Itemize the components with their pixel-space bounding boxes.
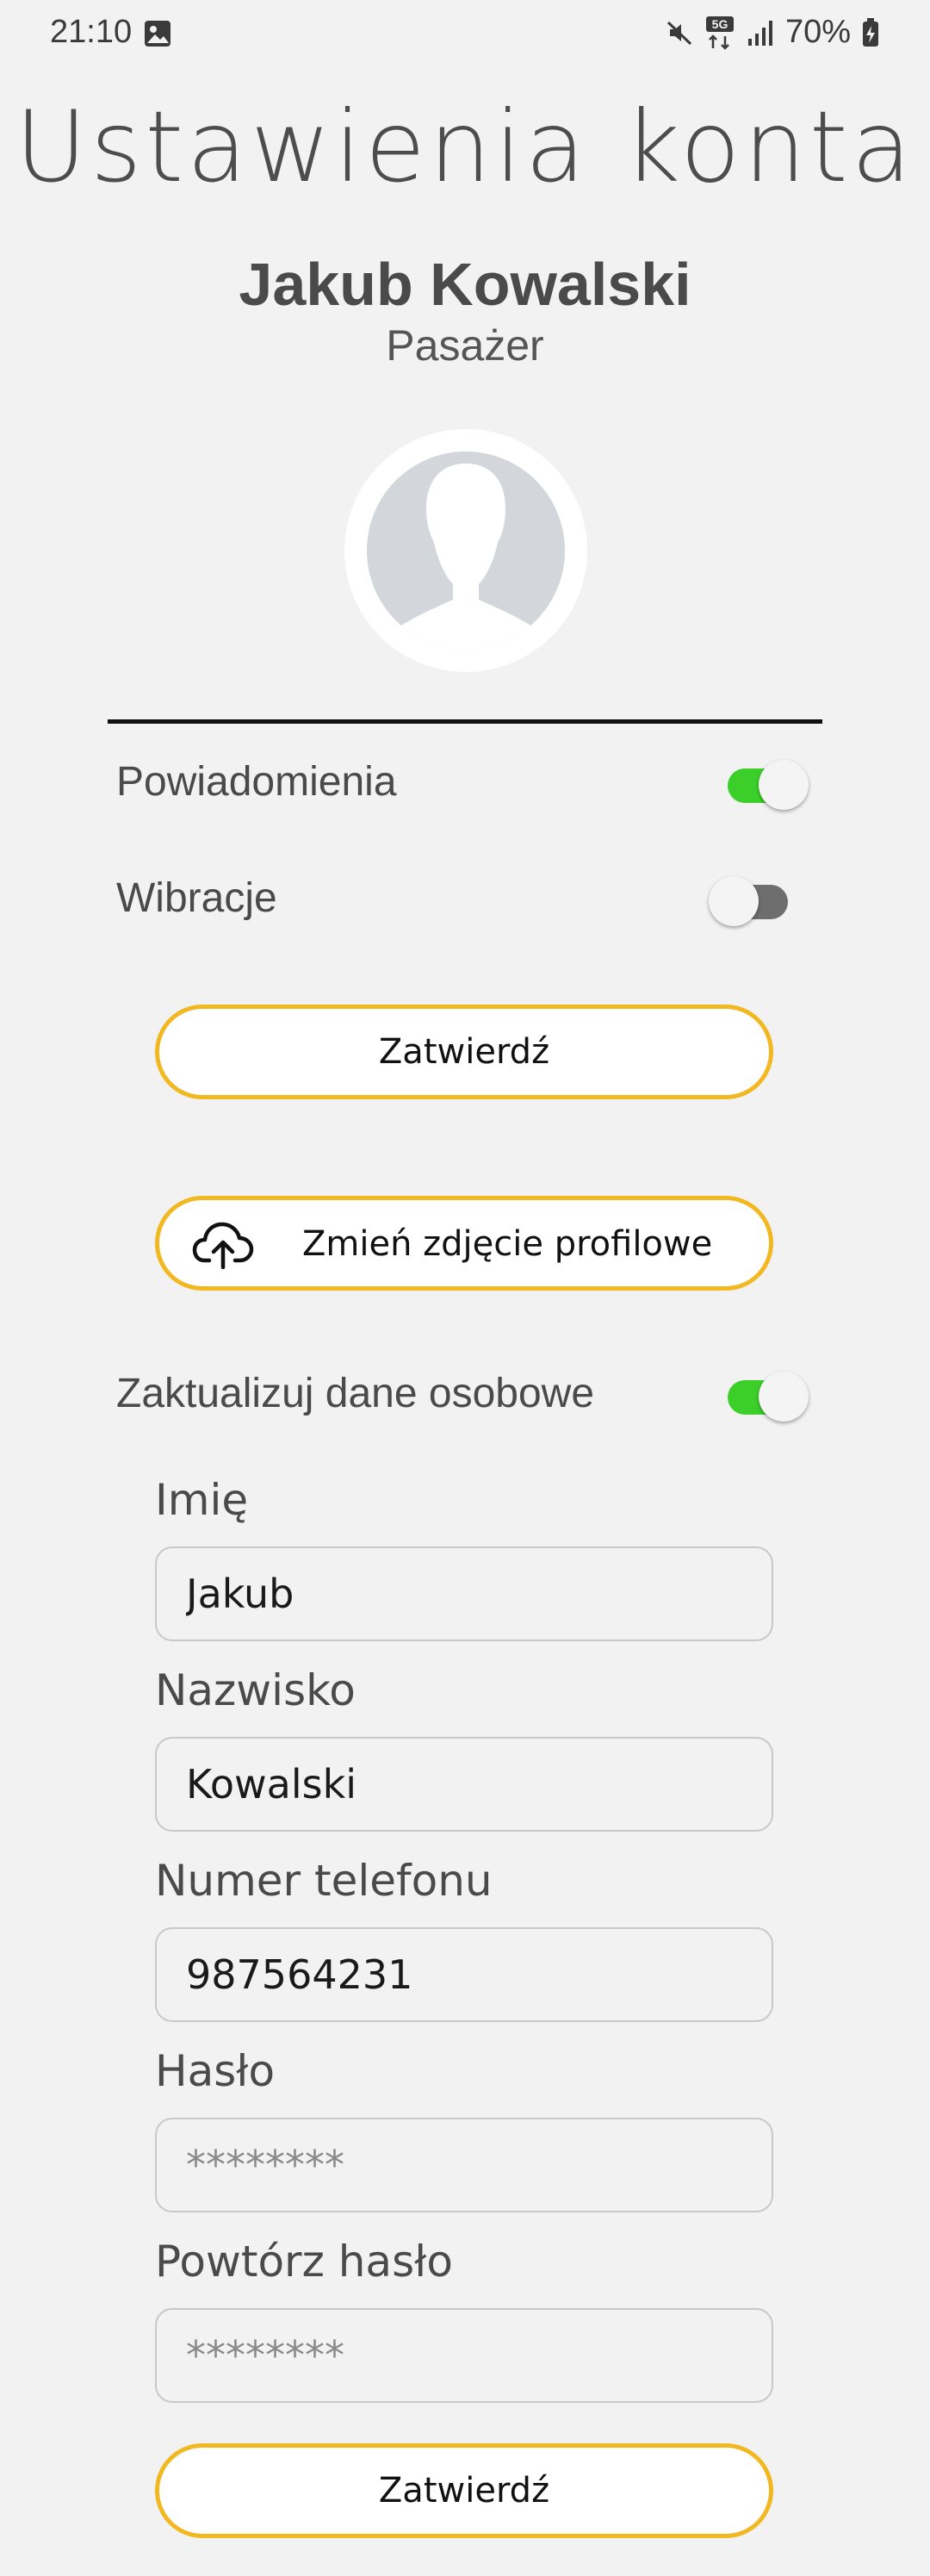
change-photo-label: Zmień zdjęcie profilowe: [302, 1224, 713, 1264]
phone-label: Numer telefonu: [155, 1856, 493, 1906]
divider: [108, 719, 822, 724]
repeat-password-input[interactable]: [155, 2308, 773, 2403]
change-photo-button[interactable]: Zmień zdjęcie profilowe: [155, 1196, 773, 1291]
network-5g-icon: 5G: [705, 16, 734, 50]
cloud-upload-icon: [192, 1222, 254, 1269]
status-bar: 21:10 5G 70%: [0, 0, 930, 69]
phone-input[interactable]: [155, 1927, 773, 2022]
notifications-row: Powiadomienia: [116, 750, 809, 818]
avatar: [344, 429, 587, 672]
last-name-label: Nazwisko: [155, 1665, 356, 1715]
update-personal-data-switch-thumb: [759, 1372, 809, 1422]
battery-percent: 70%: [784, 14, 851, 50]
vibrations-switch[interactable]: [709, 866, 788, 935]
first-name-input[interactable]: [155, 1546, 773, 1641]
last-name-input[interactable]: [155, 1737, 773, 1832]
vibrations-label: Wibracje: [116, 875, 277, 921]
vibrations-row: Wibracje: [116, 866, 805, 935]
user-name: Jakub Kowalski: [239, 251, 691, 318]
notifications-switch-thumb: [759, 760, 809, 810]
mute-icon: [666, 21, 691, 45]
confirm-settings-button[interactable]: Zatwierdź: [155, 1005, 773, 1099]
update-personal-data-row: Zaktualizuj dane osobowe: [116, 1361, 809, 1430]
user-role: Pasażer: [386, 321, 544, 370]
signal-icon: [747, 20, 772, 46]
status-right: 5G 70%: [665, 14, 880, 51]
confirm-personal-data-button[interactable]: Zatwierdź: [155, 2443, 773, 2538]
battery-charging-icon: [863, 17, 878, 47]
vibrations-switch-thumb: [709, 876, 759, 926]
avatar-silhouette-icon: [367, 451, 565, 650]
update-personal-data-label: Zaktualizuj dane osobowe: [116, 1371, 595, 1416]
password-label: Hasło: [155, 2046, 276, 2096]
network-type-text: 5G: [712, 17, 728, 31]
update-personal-data-switch[interactable]: [728, 1361, 809, 1430]
password-input[interactable]: [155, 2118, 773, 2212]
first-name-label: Imię: [155, 1475, 249, 1525]
status-time: 21:10: [50, 14, 133, 50]
notifications-switch[interactable]: [728, 750, 809, 818]
notifications-label: Powiadomienia: [116, 759, 397, 805]
image-notification-icon: [145, 21, 170, 47]
page-title: Ustawienia konta: [15, 90, 915, 204]
repeat-password-label: Powtórz hasło: [155, 2237, 453, 2287]
